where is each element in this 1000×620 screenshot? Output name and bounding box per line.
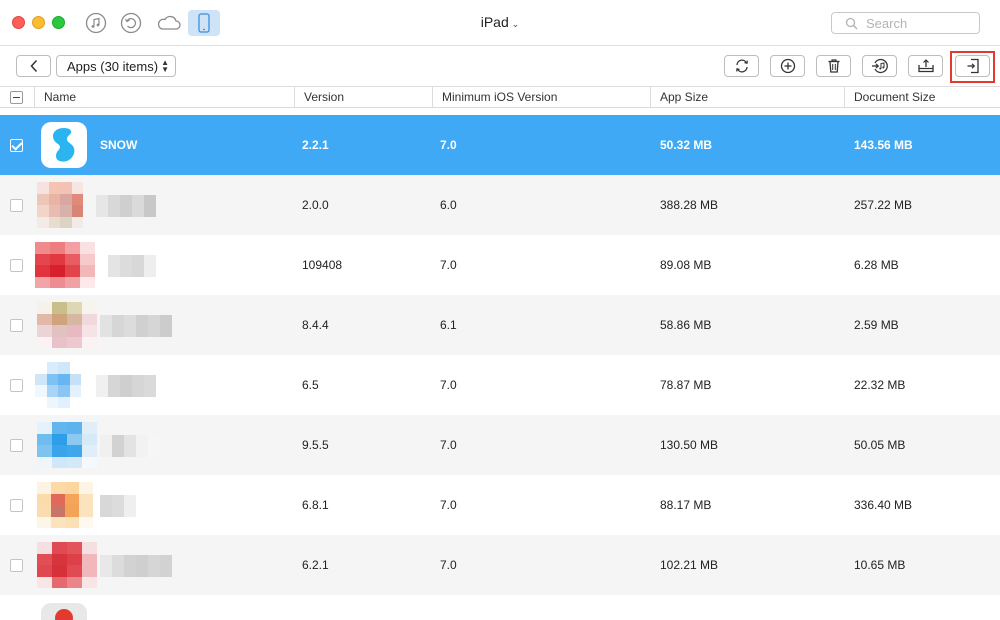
column-header-app-size[interactable]: App Size	[650, 87, 844, 107]
document-size: 2.59 MB	[854, 318, 899, 332]
table-row-partial[interactable]	[0, 595, 1000, 620]
table-row[interactable]: 8.4.4 6.1 58.86 MB 2.59 MB	[0, 295, 1000, 355]
app-min-ios: 7.0	[440, 558, 457, 572]
table-header: Name Version Minimum iOS Version App Siz…	[0, 86, 1000, 108]
blurred-app-name	[100, 555, 172, 577]
search-input[interactable]: Search	[831, 12, 980, 34]
app-size: 388.28 MB	[660, 198, 719, 212]
search-icon	[845, 17, 858, 30]
document-size: 10.65 MB	[854, 558, 906, 572]
app-size: 58.86 MB	[660, 318, 712, 332]
device-title-label: iPad	[480, 14, 509, 30]
document-size: 257.22 MB	[854, 198, 913, 212]
table-row[interactable]: 6.2.1 7.0 102.21 MB 10.65 MB	[0, 535, 1000, 595]
table-row[interactable]: SNOW 2.2.1 7.0 50.32 MB 143.56 MB	[0, 115, 1000, 175]
app-version: 109408	[302, 258, 343, 272]
blurred-app-icon	[35, 362, 81, 408]
blurred-app-name	[108, 255, 156, 277]
blurred-app-icon	[37, 422, 97, 468]
blurred-app-name	[100, 435, 160, 457]
app-version: 8.4.4	[302, 318, 329, 332]
app-size: 130.50 MB	[660, 438, 719, 452]
row-checkbox[interactable]	[10, 319, 23, 332]
app-min-ios: 6.0	[440, 198, 457, 212]
document-size: 336.40 MB	[854, 498, 913, 512]
column-header-document-size[interactable]: Document Size	[844, 87, 1000, 107]
export-icon	[917, 59, 934, 73]
app-size: 50.32 MB	[660, 138, 713, 152]
blurred-app-icon	[37, 542, 97, 588]
snow-app-icon	[41, 122, 87, 168]
table-row[interactable]: 2.0.0 6.0 388.28 MB 257.22 MB	[0, 175, 1000, 235]
app-min-ios: 7.0	[440, 378, 457, 392]
delete-icon	[828, 59, 839, 73]
app-version: 9.5.5	[302, 438, 329, 452]
document-size: 6.28 MB	[854, 258, 899, 272]
app-size: 102.21 MB	[660, 558, 719, 572]
to-itunes-button[interactable]	[862, 55, 897, 77]
app-name: SNOW	[100, 138, 138, 152]
refresh-button[interactable]	[724, 55, 759, 77]
updown-chevron-icon: ▲ ▼	[161, 58, 169, 74]
to-itunes-icon	[871, 58, 888, 74]
refresh-icon	[735, 59, 748, 73]
app-min-ios: 7.0	[440, 138, 457, 152]
document-size: 50.05 MB	[854, 438, 906, 452]
blurred-app-icon	[41, 603, 87, 620]
column-header-name[interactable]: Name	[34, 87, 294, 107]
app-version: 2.0.0	[302, 198, 329, 212]
app-version: 6.5	[302, 378, 319, 392]
chevron-down-icon: ⌄	[511, 19, 520, 29]
table-row[interactable]: 9.5.5 7.0 130.50 MB 50.05 MB	[0, 415, 1000, 475]
export-button[interactable]	[908, 55, 943, 77]
toolbar: Apps (30 items) ▲ ▼	[0, 46, 1000, 86]
add-icon	[780, 58, 795, 74]
app-min-ios: 7.0	[440, 438, 457, 452]
row-checkbox[interactable]	[10, 199, 23, 212]
app-size: 88.17 MB	[660, 498, 712, 512]
row-checkbox[interactable]	[10, 379, 23, 392]
app-version: 6.2.1	[302, 558, 329, 572]
app-version: 2.2.1	[302, 138, 329, 152]
column-header-min-ios[interactable]: Minimum iOS Version	[432, 87, 650, 107]
app-list: SNOW 2.2.1 7.0 50.32 MB 143.56 MB 2.0.0 …	[0, 115, 1000, 595]
category-select-label: Apps (30 items)	[67, 58, 159, 74]
app-version: 6.8.1	[302, 498, 329, 512]
table-row[interactable]: 6.8.1 7.0 88.17 MB 336.40 MB	[0, 475, 1000, 535]
column-header-version[interactable]: Version	[294, 87, 432, 107]
delete-button[interactable]	[816, 55, 851, 77]
app-min-ios: 7.0	[440, 498, 457, 512]
highlight-annotation	[950, 51, 995, 83]
row-checkbox[interactable]	[10, 259, 23, 272]
title-bar: iPad ⌄ Search	[0, 0, 1000, 46]
search-placeholder: Search	[866, 15, 908, 31]
blurred-app-icon	[37, 182, 83, 228]
app-size: 78.87 MB	[660, 378, 712, 392]
blurred-app-name	[100, 495, 136, 517]
blurred-app-name	[96, 195, 156, 217]
blurred-app-icon	[37, 302, 97, 348]
row-checkbox[interactable]	[10, 499, 23, 512]
row-checkbox[interactable]	[10, 559, 23, 572]
table-row[interactable]: 6.5 7.0 78.87 MB 22.32 MB	[0, 355, 1000, 415]
table-row[interactable]: 109408 7.0 89.08 MB 6.28 MB	[0, 235, 1000, 295]
category-select[interactable]: Apps (30 items) ▲ ▼	[56, 55, 176, 77]
add-button[interactable]	[770, 55, 805, 77]
document-size: 22.32 MB	[854, 378, 906, 392]
row-checkbox[interactable]	[10, 139, 23, 152]
app-min-ios: 6.1	[440, 318, 457, 332]
blurred-app-icon	[35, 242, 95, 288]
row-checkbox[interactable]	[10, 439, 23, 452]
back-button[interactable]	[16, 55, 51, 77]
app-size: 89.08 MB	[660, 258, 712, 272]
blurred-app-icon	[37, 482, 93, 528]
chevron-left-icon	[29, 59, 37, 73]
select-all-checkbox[interactable]	[10, 91, 23, 104]
app-min-ios: 7.0	[440, 258, 457, 272]
blurred-app-name	[96, 375, 156, 397]
document-size: 143.56 MB	[854, 138, 913, 152]
blurred-app-name	[100, 315, 172, 337]
